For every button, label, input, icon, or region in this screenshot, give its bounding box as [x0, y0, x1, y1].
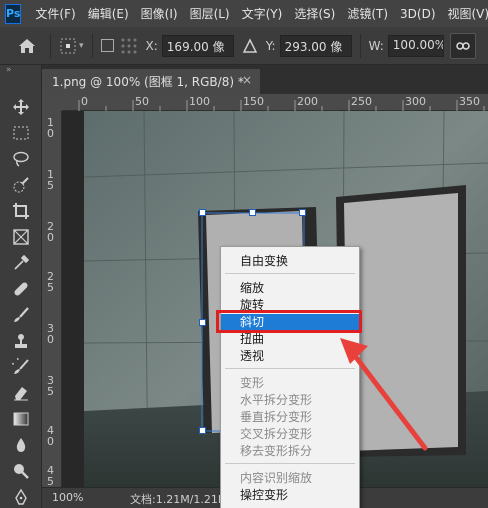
eraser-tool-icon[interactable]: [9, 381, 33, 405]
arrow-annotation: [340, 338, 428, 451]
gradient-tool-icon[interactable]: [9, 407, 33, 431]
ruler-label: 150: [243, 95, 264, 108]
close-icon[interactable]: ×: [242, 73, 252, 87]
menu-filter[interactable]: 滤镜(T): [341, 5, 394, 22]
transform-handle[interactable]: [299, 209, 306, 216]
ruler-label: 4 0: [47, 424, 54, 448]
menu-item-free-transform[interactable]: 自由变换: [221, 253, 359, 269]
menu-item-puppet-warp[interactable]: 操控变形: [221, 487, 359, 503]
ruler-label: 2 5: [47, 270, 54, 294]
menu-type[interactable]: 文字(Y): [236, 5, 289, 22]
width-input[interactable]: 100.00%: [387, 34, 444, 57]
delta-icon[interactable]: [242, 37, 258, 54]
menu-separator: [225, 463, 355, 464]
panel-collapse-icon[interactable]: »: [0, 65, 41, 79]
grid-reference-icon[interactable]: [120, 37, 138, 55]
y-label: Y:: [265, 38, 276, 53]
transform-handle[interactable]: [249, 209, 256, 216]
brush-tool-icon[interactable]: [9, 303, 33, 327]
menu-layer[interactable]: 图层(L): [184, 5, 236, 22]
ruler-label: 350: [459, 95, 480, 108]
crop-tool-icon[interactable]: [9, 199, 33, 223]
ruler-label: 100: [189, 95, 210, 108]
menu-select[interactable]: 选择(S): [288, 5, 341, 22]
vertical-ruler[interactable]: 1 0 1 5 2 0 2 5 3 0 3 5 4 0 4 5: [42, 111, 62, 487]
menu-view[interactable]: 视图(V): [442, 5, 488, 22]
menu-item-content-aware-scale[interactable]: 内容识别缩放: [221, 470, 359, 486]
separator: [91, 33, 93, 58]
dodge-tool-icon[interactable]: [9, 459, 33, 483]
lasso-tool-icon[interactable]: [9, 147, 33, 171]
clone-stamp-tool-icon[interactable]: [9, 329, 33, 353]
ruler-corner[interactable]: [42, 94, 62, 111]
document-tab[interactable]: 1.png @ 100% (图框 1, RGB/8) * ×: [42, 69, 260, 94]
transform-handle[interactable]: [199, 319, 206, 326]
menu-edit[interactable]: 编辑(E): [82, 5, 135, 22]
separator: [359, 33, 361, 58]
photoshop-logo: Ps: [5, 3, 22, 24]
ruler-label: 4 5: [47, 464, 54, 488]
blur-tool-icon[interactable]: [9, 433, 33, 457]
ruler-label: 2 0: [47, 220, 54, 244]
y-position-input[interactable]: 293.00 像: [279, 34, 352, 57]
document-tab-bar: 1.png @ 100% (图框 1, RGB/8) * ×: [42, 65, 488, 94]
separator: [50, 33, 51, 58]
healing-brush-tool-icon[interactable]: [9, 277, 33, 301]
marquee-tool-icon[interactable]: [9, 121, 33, 145]
menu-separator: [225, 273, 355, 274]
link-icon[interactable]: [449, 32, 476, 59]
eyedropper-tool-icon[interactable]: [9, 251, 33, 275]
menu-file[interactable]: 文件(F): [29, 5, 81, 22]
transform-handle[interactable]: [199, 209, 206, 216]
move-tool-icon[interactable]: [9, 95, 33, 119]
quick-selection-tool-icon[interactable]: [9, 173, 33, 197]
ruler-label: 1 0: [47, 116, 54, 140]
reference-point-icon[interactable]: [59, 37, 77, 55]
history-brush-tool-icon[interactable]: [9, 355, 33, 379]
x-position-input[interactable]: 169.00 像: [161, 34, 234, 57]
transform-handle[interactable]: [199, 427, 206, 434]
document-tab-title: 1.png @ 100% (图框 1, RGB/8) *: [52, 75, 244, 89]
reference-point-checkbox[interactable]: [100, 39, 114, 52]
menu-3d[interactable]: 3D(D): [394, 7, 441, 21]
ruler-label: 250: [351, 95, 372, 108]
menu-bar: Ps 文件(F) 编辑(E) 图像(I) 图层(L) 文字(Y) 选择(S) 滤…: [0, 0, 488, 27]
ruler-label: 1 5: [47, 168, 54, 192]
document-info: 文档:1.21M/1.21M: [130, 493, 228, 506]
menu-item-scale[interactable]: 缩放: [221, 280, 359, 296]
menu-image[interactable]: 图像(I): [135, 5, 184, 22]
ruler-label: 300: [405, 95, 426, 108]
zoom-level[interactable]: 100%: [52, 491, 83, 504]
ruler-label: 50: [135, 95, 149, 108]
ruler-label: 3 0: [47, 322, 54, 346]
options-bar: ▾ X: 169.00 像 Y: 293.00 像 W: 100.00%: [0, 27, 488, 65]
ruler-label: 3 5: [47, 374, 54, 398]
horizontal-ruler[interactable]: 0 50 100 150 200 250 300 350: [62, 94, 488, 111]
chevron-down-icon[interactable]: ▾: [79, 41, 84, 51]
ruler-label: 0: [81, 95, 88, 108]
home-icon[interactable]: [12, 31, 42, 61]
frame-tool-icon[interactable]: [9, 225, 33, 249]
tools-panel: »: [0, 65, 42, 508]
w-label: W:: [368, 38, 384, 53]
x-label: X:: [145, 38, 158, 53]
pen-tool-icon[interactable]: [9, 485, 33, 508]
ruler-label: 200: [297, 95, 318, 108]
